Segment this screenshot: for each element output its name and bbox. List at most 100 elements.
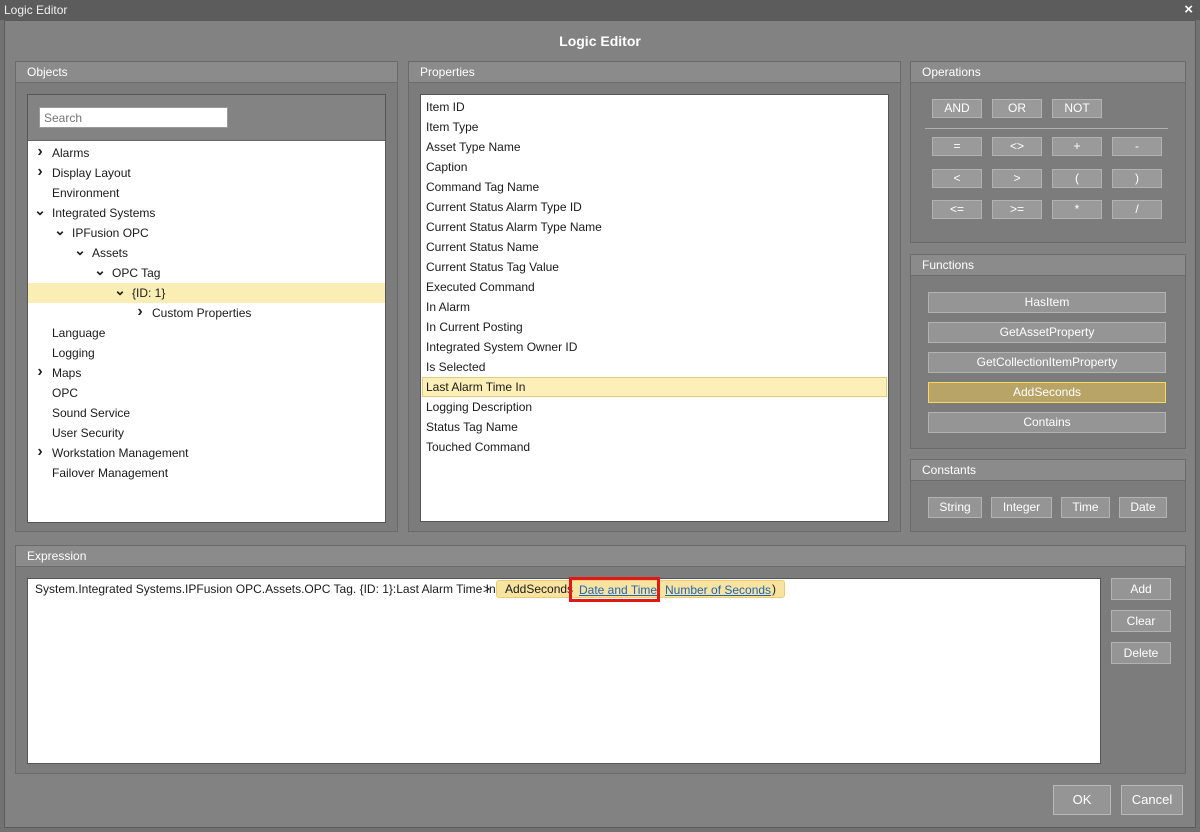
property-item[interactable]: Item ID: [422, 97, 465, 117]
operator-button[interactable]: +: [1052, 137, 1102, 156]
tree-item-label: Language: [52, 326, 106, 340]
function-getcollectionitemproperty-button[interactable]: GetCollectionItemProperty: [928, 352, 1166, 373]
expression-header: Expression: [16, 546, 1185, 567]
properties-header: Properties: [409, 62, 900, 83]
tree-item[interactable]: › Workstation Management: [28, 443, 385, 463]
tree-item[interactable]: ⌄ OPC Tag: [28, 263, 385, 283]
operator-button[interactable]: /: [1112, 200, 1162, 219]
window-title-bar: Logic Editor ×: [0, 0, 1200, 20]
property-item[interactable]: Current Status Name: [422, 237, 539, 257]
property-item[interactable]: Caption: [422, 157, 467, 177]
logic-editor-dialog: Logic Editor Objects › Alarms › Display Lay…: [4, 20, 1196, 828]
tree-item-label: Logging: [52, 346, 95, 360]
cancel-button[interactable]: Cancel: [1121, 785, 1183, 815]
operator-or-button[interactable]: OR: [992, 99, 1042, 118]
constant-string-button[interactable]: String: [928, 497, 982, 518]
tree-item[interactable]: Language: [28, 323, 385, 343]
tree-item[interactable]: OPC: [28, 383, 385, 403]
properties-list: Item ID Item Type Asset Type Name Caption Co…: [420, 94, 889, 522]
clear-button[interactable]: Clear: [1111, 610, 1171, 632]
highlight-box: [569, 577, 660, 602]
property-item[interactable]: Current Status Tag Value: [422, 257, 559, 277]
property-item[interactable]: Integrated System Owner ID: [422, 337, 577, 357]
tree-item[interactable]: Sound Service: [28, 403, 385, 423]
tree-item[interactable]: ⌄ IPFusion OPC: [28, 223, 385, 243]
chevron-right-icon[interactable]: ›: [132, 303, 148, 323]
tree-item[interactable]: › Display Layout: [28, 163, 385, 183]
operator-button[interactable]: <=: [932, 200, 982, 219]
chevron-down-icon[interactable]: ⌄: [32, 203, 48, 223]
dialog-title: Logic Editor: [559, 33, 641, 49]
operator-button[interactable]: ): [1112, 169, 1162, 188]
chevron-right-icon[interactable]: ›: [32, 443, 48, 463]
search-area: [28, 95, 385, 141]
chevron-down-icon[interactable]: ⌄: [112, 283, 128, 303]
property-item[interactable]: Current Status Alarm Type Name: [422, 217, 602, 237]
tree-item[interactable]: ⌄ Assets: [28, 243, 385, 263]
add-button[interactable]: Add: [1111, 578, 1171, 600]
property-item[interactable]: Logging Description: [422, 397, 532, 417]
constant-integer-button[interactable]: Integer: [991, 497, 1052, 518]
constant-time-button[interactable]: Time: [1061, 497, 1110, 518]
tree-item-label: Workstation Management: [52, 446, 189, 460]
tree-item-label: Display Layout: [52, 166, 131, 180]
chevron-right-icon[interactable]: ›: [32, 143, 48, 163]
tree-item[interactable]: ⌄ Integrated Systems: [28, 203, 385, 223]
operator-button[interactable]: (: [1052, 169, 1102, 188]
constants-header: Constants: [911, 460, 1185, 481]
tree-item-label: OPC Tag: [112, 266, 161, 280]
property-item[interactable]: Asset Type Name: [422, 137, 521, 157]
tree-item[interactable]: › Alarms: [28, 143, 385, 163]
property-item[interactable]: Current Status Alarm Type ID: [422, 197, 582, 217]
function-addseconds-button[interactable]: AddSeconds: [928, 382, 1166, 403]
number-of-seconds-arg-link[interactable]: Number of Seconds: [665, 582, 771, 598]
constant-date-button[interactable]: Date: [1119, 497, 1167, 518]
operator-not-button[interactable]: NOT: [1052, 99, 1102, 118]
chevron-right-icon[interactable]: ›: [32, 363, 48, 383]
tree-item[interactable]: ⌄ {ID: 1}: [28, 283, 385, 303]
tree-item[interactable]: Logging: [28, 343, 385, 363]
property-item[interactable]: Status Tag Name: [422, 417, 518, 437]
search-input[interactable]: [39, 107, 228, 128]
property-item[interactable]: Is Selected: [422, 357, 485, 377]
chevron-down-icon[interactable]: ⌄: [92, 263, 108, 283]
close-icon[interactable]: ×: [1184, 1, 1193, 18]
operator-button[interactable]: <: [932, 169, 982, 188]
expression-editor[interactable]: System.Integrated Systems.IPFusion OPC.A…: [27, 577, 1101, 764]
tree-item[interactable]: › Maps: [28, 363, 385, 383]
tree-item-label: OPC: [52, 386, 79, 400]
constants-panel: Constants String Integer Time Date: [910, 459, 1186, 532]
tree-item[interactable]: User Security: [28, 423, 385, 443]
property-item[interactable]: In Current Posting: [422, 317, 523, 337]
property-item[interactable]: Executed Command: [422, 277, 535, 297]
property-item[interactable]: In Alarm: [422, 297, 470, 317]
function-hasitem-button[interactable]: HasItem: [928, 292, 1166, 313]
tree-item-label: Sound Service: [52, 406, 131, 420]
operator-button[interactable]: <>: [992, 137, 1042, 156]
property-item[interactable]: Last Alarm Time In: [422, 377, 887, 397]
tree-item[interactable]: Environment: [28, 183, 385, 203]
tree-item[interactable]: Failover Management: [28, 463, 385, 483]
operator-button[interactable]: =: [932, 137, 982, 156]
delete-button[interactable]: Delete: [1111, 642, 1171, 664]
tree-item[interactable]: › Custom Properties: [28, 303, 385, 323]
operator-button[interactable]: -: [1112, 137, 1162, 156]
operations-divider: [925, 128, 1168, 129]
operator-button[interactable]: >: [992, 169, 1042, 188]
operator-and-button[interactable]: AND: [932, 99, 982, 118]
function-contains-button[interactable]: Contains: [928, 412, 1166, 433]
chevron-right-icon[interactable]: ›: [32, 163, 48, 183]
operator-button[interactable]: >=: [992, 200, 1042, 219]
close-paren: ): [772, 582, 776, 596]
expression-path: System.Integrated Systems.IPFusion OPC.A…: [35, 582, 496, 596]
chevron-down-icon[interactable]: ⌄: [72, 243, 88, 263]
property-item[interactable]: Item Type: [422, 117, 478, 137]
operator-button[interactable]: *: [1052, 200, 1102, 219]
function-getassetproperty-button[interactable]: GetAssetProperty: [928, 322, 1166, 343]
chevron-down-icon[interactable]: ⌄: [52, 223, 68, 243]
property-item[interactable]: Touched Command: [422, 437, 530, 457]
property-item[interactable]: Command Tag Name: [422, 177, 539, 197]
tree-item-label: Alarms: [52, 146, 90, 160]
ok-button[interactable]: OK: [1053, 785, 1111, 815]
operations-header: Operations: [911, 62, 1185, 83]
